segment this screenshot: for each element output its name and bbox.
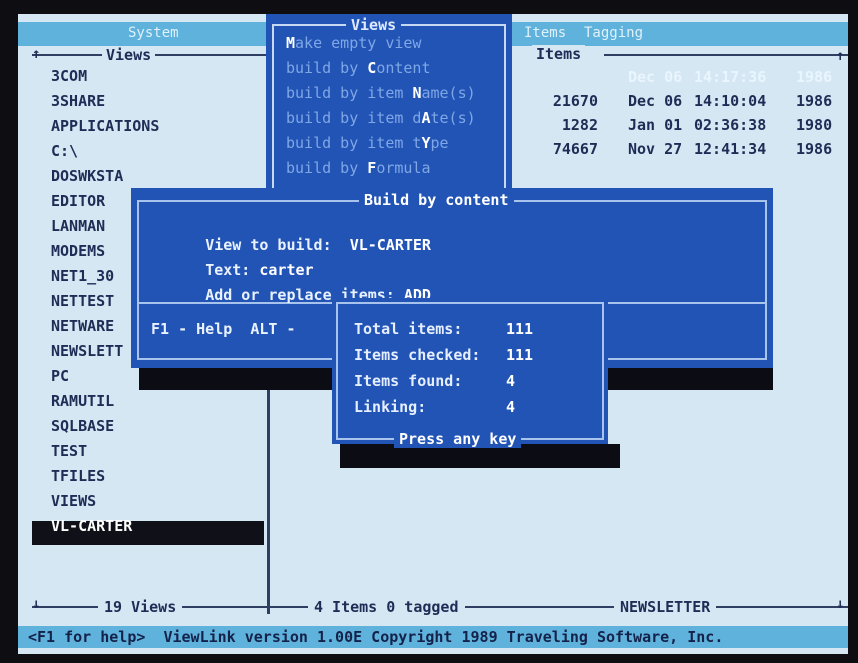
total-items-label: Total items: bbox=[354, 320, 463, 338]
status-bar: <F1 for help> ViewLink version 1.00E Cop… bbox=[18, 626, 848, 648]
view-list-item[interactable]: PC bbox=[51, 366, 69, 386]
menu-hotkey: Y bbox=[421, 134, 431, 152]
right-frame-top bbox=[604, 54, 848, 56]
menu-system[interactable]: System bbox=[128, 25, 179, 41]
menu-tagging[interactable]: Tagging bbox=[584, 25, 643, 41]
view-list-item[interactable]: DOSWKSTA bbox=[51, 166, 123, 186]
view-list-item[interactable]: C:\ bbox=[51, 141, 78, 161]
item-time[interactable]: 14:10:04 bbox=[694, 92, 766, 110]
item-year[interactable]: 1980 bbox=[796, 116, 832, 134]
dialog-title: Build by content bbox=[359, 191, 514, 209]
item-size[interactable]: 21670 bbox=[532, 92, 598, 110]
scroll-down-arrow-left[interactable]: ↓ bbox=[32, 596, 40, 612]
views-menu-title[interactable]: Views bbox=[346, 16, 402, 34]
view-list-item[interactable]: NEWSLETT bbox=[51, 341, 123, 361]
item-time[interactable]: 14:17:36 bbox=[694, 68, 766, 86]
view-list-item[interactable]: 3COM bbox=[51, 66, 87, 86]
status-text: <F1 for help> ViewLink version 1.00E Cop… bbox=[28, 628, 724, 646]
scroll-up-arrow-right[interactable]: ↑ bbox=[836, 48, 844, 64]
views-menu-item[interactable]: build by Content bbox=[286, 59, 431, 77]
view-list-item[interactable]: SQLBASE bbox=[51, 416, 114, 436]
item-year[interactable]: 1986 bbox=[796, 68, 832, 86]
right-panel-title: Items bbox=[532, 45, 586, 63]
menu-hotkey: M bbox=[286, 34, 296, 52]
item-date[interactable]: Nov 27 bbox=[628, 140, 682, 158]
total-items-value: 111 bbox=[506, 320, 534, 338]
items-found-value: 4 bbox=[506, 372, 516, 390]
menu-hotkey: A bbox=[421, 109, 431, 127]
item-date[interactable]: Dec 06 bbox=[628, 92, 682, 110]
view-list-item[interactable]: VL-CARTER bbox=[51, 516, 132, 536]
items-found-label: Items found: bbox=[354, 372, 463, 390]
view-list-item[interactable]: NETWARE bbox=[51, 316, 114, 336]
linking-label: Linking: bbox=[354, 398, 427, 416]
item-year[interactable]: 1986 bbox=[796, 140, 832, 158]
menu-hotkey: C bbox=[367, 59, 377, 77]
item-date[interactable]: Dec 06 bbox=[628, 68, 682, 86]
view-list-item[interactable]: TEST bbox=[51, 441, 87, 461]
item-time[interactable]: 02:36:38 bbox=[694, 116, 766, 134]
view-list-item[interactable]: MODEMS bbox=[51, 241, 105, 261]
left-panel-title: Views bbox=[102, 46, 156, 64]
linking-value: 4 bbox=[506, 398, 516, 416]
menu-hotkey: F bbox=[367, 159, 377, 177]
items-checked-value: 111 bbox=[506, 346, 534, 364]
item-time[interactable]: 12:41:34 bbox=[694, 140, 766, 158]
views-count: 19 Views bbox=[98, 598, 183, 616]
scroll-down-arrow-right[interactable]: ↓ bbox=[836, 596, 844, 612]
view-list-item[interactable]: TFILES bbox=[51, 466, 105, 486]
item-date[interactable]: Jan 01 bbox=[628, 116, 682, 134]
views-menu: Views Make empty view build by Content bui… bbox=[266, 14, 512, 214]
view-list-item[interactable]: VIEWS bbox=[51, 491, 96, 511]
view-list-item[interactable]: APPLICATIONS bbox=[51, 116, 159, 136]
view-to-build-value[interactable]: VL-CARTER bbox=[350, 236, 431, 254]
views-menu-item[interactable]: build by Formula bbox=[286, 159, 431, 177]
results-popup: Total items: 111 Items checked: 111 Item… bbox=[332, 298, 608, 448]
views-menu-item[interactable]: build by item dAte(s) bbox=[286, 109, 476, 127]
items-tagged-count: 4 Items 0 tagged bbox=[308, 598, 465, 616]
view-list-item[interactable]: 3SHARE bbox=[51, 91, 105, 111]
press-any-key[interactable]: Press any key bbox=[394, 430, 522, 448]
items-checked-label: Items checked: bbox=[354, 346, 481, 364]
view-list-item[interactable]: NET1_30 bbox=[51, 266, 114, 286]
current-view-name: NEWSLETTER bbox=[614, 598, 717, 616]
app-screen: System Tagging Items Views ↑ 3COM 3SHARE A… bbox=[18, 14, 848, 654]
item-year[interactable]: 1986 bbox=[796, 92, 832, 110]
scroll-up-arrow-left[interactable]: ↑ bbox=[32, 46, 40, 62]
view-list-item[interactable]: EDITOR bbox=[51, 191, 105, 211]
view-list-item[interactable]: NETTEST bbox=[51, 291, 114, 311]
menu-items[interactable]: Items bbox=[524, 25, 566, 41]
help-hint: F1 - Help ALT - bbox=[151, 320, 296, 338]
view-list-item[interactable]: LANMAN bbox=[51, 216, 105, 236]
item-size[interactable]: 74667 bbox=[532, 140, 598, 158]
item-size[interactable]: 1282 bbox=[532, 116, 598, 134]
views-menu-item[interactable]: Make empty view bbox=[286, 34, 421, 52]
views-menu-item[interactable]: build by item Name(s) bbox=[286, 84, 476, 102]
view-list-item[interactable]: RAMUTIL bbox=[51, 391, 114, 411]
views-menu-item[interactable]: build by item tYpe bbox=[286, 134, 449, 152]
